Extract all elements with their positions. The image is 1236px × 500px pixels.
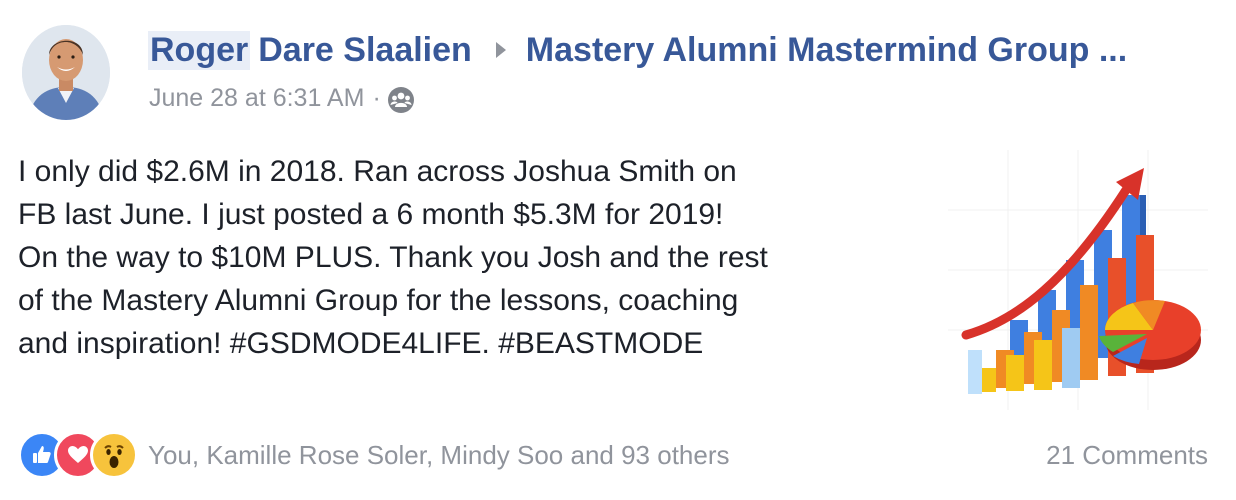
growth-chart-image[interactable] (948, 150, 1208, 410)
group-name-link[interactable]: Mastery Alumni Mastermind Group ... (526, 31, 1127, 70)
author-last-name[interactable]: Dare Slaalien (258, 31, 472, 70)
author-first-name[interactable]: Roger (148, 30, 251, 70)
meta-separator: · (372, 83, 381, 112)
post-header: Roger Dare Slaalien Mastery Alumni Maste… (148, 26, 1127, 74)
wow-reaction-icon[interactable] (90, 431, 138, 479)
caret-right-icon (494, 40, 508, 60)
author-avatar[interactable] (22, 25, 110, 120)
author-name[interactable]: Roger Dare Slaalien (148, 30, 472, 70)
reaction-icons[interactable] (18, 431, 138, 479)
comments-count-link[interactable]: 21 Comments (1046, 432, 1208, 478)
post-meta: June 28 at 6:31 AM · (149, 80, 415, 116)
post-body-text: I only did $2.6M in 2018. Ran across Jos… (18, 155, 768, 360)
reactions-bar[interactable]: You, Kamille Rose Soler, Mindy Soo and 9… (18, 430, 730, 480)
group-audience-icon[interactable] (387, 86, 415, 114)
post-timestamp[interactable]: June 28 at 6:31 AM (149, 84, 364, 113)
reactions-summary[interactable]: You, Kamille Rose Soler, Mindy Soo and 9… (148, 440, 730, 471)
